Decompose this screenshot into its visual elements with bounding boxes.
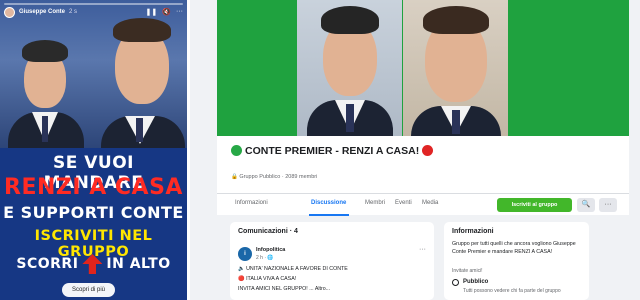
- post-line-1: 🔈 UNITA' NAZIONALE A FAVORE DI CONTE: [238, 266, 348, 272]
- tab-membri[interactable]: Membri: [365, 200, 385, 206]
- post-avatar[interactable]: i: [238, 247, 252, 261]
- story-photo: [0, 0, 187, 150]
- story-scroll-right: IN ALTO: [106, 256, 171, 272]
- green-circle-icon: [231, 145, 242, 156]
- tab-informazioni[interactable]: Informazioni: [235, 200, 268, 206]
- story-scroll-left: SCORRI: [16, 256, 79, 272]
- more-options-icon[interactable]: ···: [176, 8, 183, 16]
- story-text-line-2: RENZI A CASA: [4, 175, 183, 200]
- announcements-card: Comunicazioni · 4 i Infopolitica 2 h · 🌐…: [230, 222, 434, 300]
- story-panel: Giuseppe Conte 2 s ❚❚ 🔇 ··· SE VUOI MAND…: [0, 0, 187, 300]
- story-text-block: SE VUOI MANDARE RENZI A CASA E SUPPORTI …: [0, 148, 187, 300]
- announcements-heading: Comunicazioni · 4: [238, 228, 298, 235]
- group-tabs: Informazioni Discussione Membri Eventi M…: [217, 193, 629, 216]
- tab-eventi[interactable]: Eventi: [395, 200, 412, 206]
- post-line-3[interactable]: INVITA AMICI NEL GRUPPO! ... Altro...: [238, 286, 330, 292]
- pause-icon[interactable]: ❚❚: [146, 8, 158, 16]
- story-scroll-line: SCORRI IN ALTO: [0, 254, 187, 274]
- story-person-right: [95, 0, 187, 150]
- story-header: Giuseppe Conte 2 s ❚❚ 🔇 ···: [4, 6, 183, 18]
- story-time: 2 s: [69, 9, 78, 15]
- post-author[interactable]: Infopolitica: [256, 247, 285, 253]
- about-card: Informazioni Gruppo per tutti quelli che…: [444, 222, 589, 300]
- about-invite: Invitate amici!: [452, 268, 483, 274]
- red-circle-icon: [422, 145, 434, 156]
- story-person-left: [0, 0, 90, 150]
- post-more-icon[interactable]: ···: [419, 246, 426, 253]
- cover-photo-left: [297, 0, 402, 136]
- post-line-2: 🔴 ITALIA VIVA A CASA!: [238, 276, 297, 282]
- about-heading: Informazioni: [452, 228, 494, 235]
- search-icon[interactable]: 🔍: [577, 198, 595, 212]
- mute-icon[interactable]: 🔇: [162, 8, 171, 16]
- group-cover: [217, 0, 629, 136]
- story-progress-bar: [4, 3, 183, 5]
- post-time[interactable]: 2 h · 🌐: [256, 255, 274, 261]
- privacy-description: Tutti possono vedere chi fa parte del gr…: [463, 288, 561, 294]
- group-header: CONTE PREMIER - RENZI A CASA! 🔒 Gruppo P…: [217, 136, 629, 196]
- globe-icon: [452, 279, 459, 286]
- privacy-title: Pubblico: [463, 279, 489, 285]
- group-meta: 🔒 Gruppo Pubblico · 2089 membri: [231, 174, 318, 180]
- join-group-button[interactable]: Iscriviti al gruppo: [497, 198, 572, 212]
- screenshot-root: Giuseppe Conte 2 s ❚❚ 🔇 ··· SE VUOI MAND…: [0, 0, 640, 300]
- tab-media[interactable]: Media: [422, 200, 438, 206]
- story-username[interactable]: Giuseppe Conte: [19, 9, 65, 15]
- tab-discussione[interactable]: Discussione: [311, 200, 346, 206]
- group-title-text: CONTE PREMIER - RENZI A CASA!: [245, 145, 420, 157]
- more-options-button[interactable]: ···: [599, 198, 617, 212]
- about-description: Gruppo per tutti quelli che ancora vogli…: [452, 241, 576, 255]
- active-tab-indicator: [309, 214, 349, 216]
- arrow-up-icon: [82, 254, 103, 274]
- story-text-line-3: E SUPPORTI CONTE: [3, 203, 184, 222]
- cover-photo-right: [403, 0, 508, 136]
- story-cta-button[interactable]: Scopri di più: [62, 283, 116, 297]
- story-avatar[interactable]: [4, 6, 15, 18]
- group-page: CONTE PREMIER - RENZI A CASA! 🔒 Gruppo P…: [190, 0, 640, 300]
- group-title: CONTE PREMIER - RENZI A CASA!: [231, 144, 451, 158]
